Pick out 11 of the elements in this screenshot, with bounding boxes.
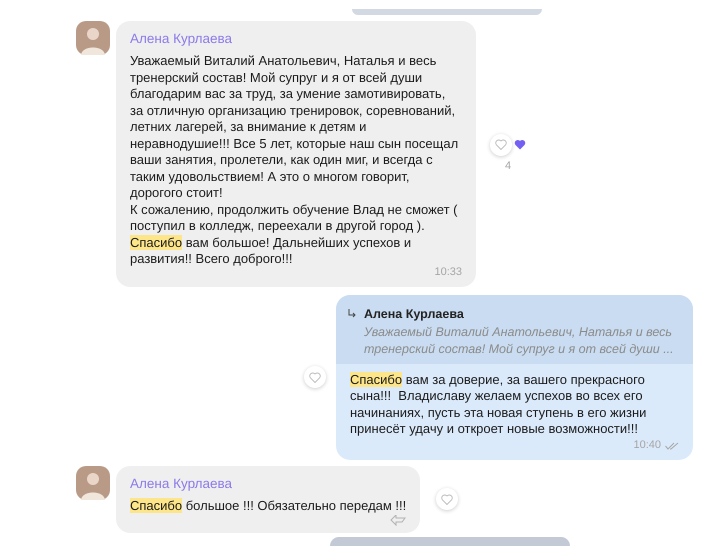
quote-text: Уважаемый Виталий Анатольевич, Наталья и весь тренерский состав! Мой супруг и я от всей души ... [364,324,675,358]
message-text: Уважаемый Виталий Анатольевич, Наталья и весь тренерский состав! Мой супруг и я от всей души благодарим вас за труд, за умение замотивировать, за отличную организацию тренировок, соревнований, летних лагерей, за внимание к детям и неравнодушие!!! Все 5 лет, которые наш сын посещал ваши занятия, пролетели, как один миг, и всегда с таким удовольствием! А это о многом говорит, дорогого стоит! К сожалению, продолжить обучение Влад не сможет ( поступил в колледж, переехали в другой город ). Спасибо вам большое! Дальнейших успехов и развития!! Всего доброго!!! [130,53,460,267]
reaction-count: 4 [504,158,512,174]
author-name[interactable]: Алена Курлаева [130,474,406,494]
message-time: 10:40 [633,438,661,454]
message-text: Спасибо большое !!! Обязательно передам !!! [130,498,406,514]
author-name[interactable]: Алена Курлаева [130,29,462,50]
message-time: 10:33 [434,265,462,280]
quote-author: Алена Курлаева [364,306,465,323]
quoted-message[interactable]: Алена Курлаева Уважаемый Виталий Анатольевич, Наталья и весь тренерский состав! Мой супруг и я от всей души ... [336,294,693,364]
message-text: Спасибо вам за доверие, за вашего прекрасного сына!!! Владиславу желаем успехов во всех его начинаниях, пусть эта новая ступень в его жизни принесёт удачу и откроет новые возможности!!! [350,372,648,438]
